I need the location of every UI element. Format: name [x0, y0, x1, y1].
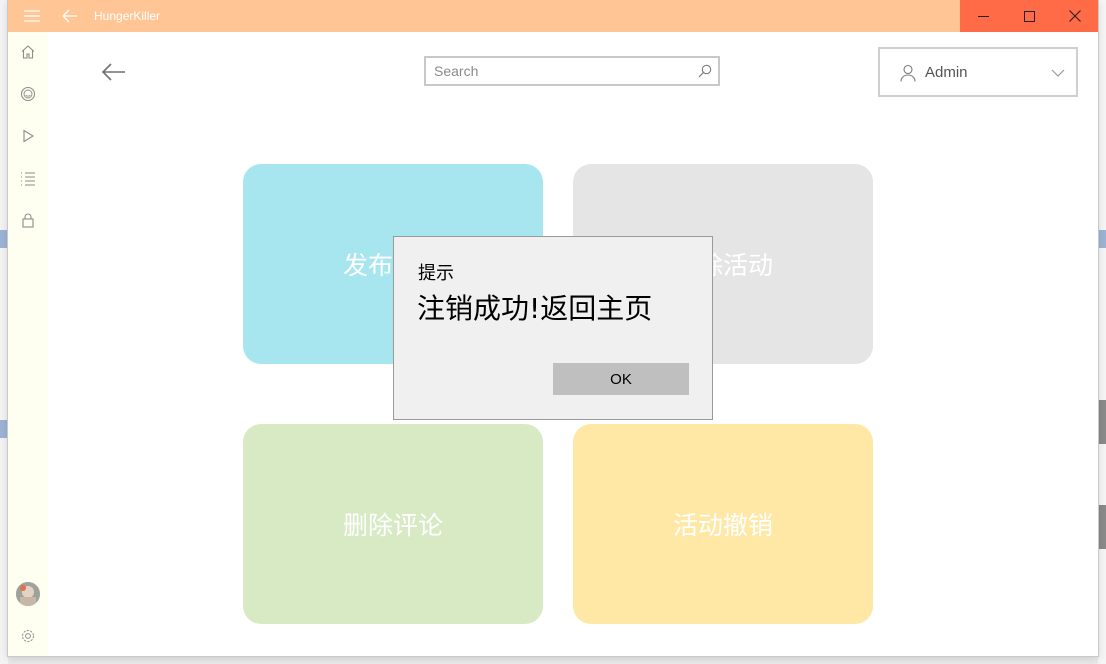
search-icon[interactable] — [696, 62, 714, 80]
search-box — [424, 56, 720, 86]
message-dialog: 提示 注销成功!返回主页 OK — [393, 236, 713, 420]
list-icon[interactable] — [8, 158, 48, 198]
avatar[interactable] — [16, 582, 40, 606]
hamburger-menu-icon[interactable] — [14, 0, 50, 32]
lock-icon[interactable] — [8, 200, 48, 240]
play-icon[interactable] — [8, 116, 48, 156]
window-title: HungerKiller — [94, 9, 161, 23]
home-icon[interactable] — [8, 32, 48, 72]
sidebar — [8, 32, 48, 656]
search-input[interactable] — [434, 61, 694, 81]
title-bar: HungerKiller — [8, 0, 1098, 32]
maximize-button[interactable] — [1006, 0, 1052, 32]
chevron-down-icon — [1048, 63, 1068, 83]
background-band — [1098, 230, 1106, 248]
tile-label: 删除评论 — [342, 511, 443, 540]
background-band — [0, 420, 8, 438]
tile-label: 活动撤销 — [672, 511, 773, 540]
user-icon — [898, 63, 918, 83]
close-button[interactable] — [1052, 0, 1098, 32]
background-band — [0, 230, 8, 248]
tile-delete-comment[interactable]: 删除评论 — [243, 424, 543, 624]
back-arrow-icon[interactable] — [94, 56, 134, 88]
background-window-left — [0, 0, 8, 664]
titlebar-back-icon[interactable] — [52, 0, 88, 32]
dialog-message: 注销成功!返回主页 — [417, 292, 653, 325]
minimize-icon[interactable] — [960, 0, 1006, 32]
smiley-icon[interactable] — [8, 74, 48, 114]
app-window: HungerKiller Search Admin 删除活动 删除评论 活动撤销… — [8, 0, 1098, 656]
background-block — [1098, 505, 1106, 549]
gear-icon[interactable] — [8, 616, 48, 656]
user-dropdown[interactable]: Admin — [878, 47, 1078, 97]
tile-cancel-activity[interactable]: 活动撤销 — [573, 424, 873, 624]
background-block — [1098, 400, 1106, 444]
dialog-title: 提示 — [418, 263, 454, 284]
ok-button[interactable]: OK — [553, 363, 689, 395]
background-window-right — [1098, 0, 1106, 664]
user-name: Admin — [925, 64, 968, 81]
